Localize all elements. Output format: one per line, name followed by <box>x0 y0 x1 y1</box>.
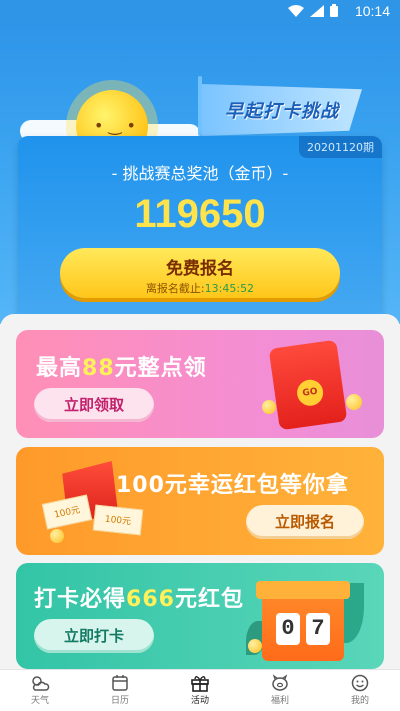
coin-icon <box>248 639 262 653</box>
flag-title: 早起打卡挑战 <box>225 101 339 122</box>
gift-box-icon: 0 7 <box>256 581 350 661</box>
cash-note-icon: 100元 <box>41 494 93 530</box>
free-signup-button[interactable]: 免费报名 离报名截止:13:45:52 <box>60 248 340 298</box>
tab-label: 我的 <box>350 696 369 706</box>
title-prefix: 打卡必得 <box>34 587 127 612</box>
pool-title: - 挑战赛总奖池（金币）- <box>111 164 289 183</box>
deadline-countdown: 13:45:52 <box>204 282 255 295</box>
wifi-icon <box>288 4 304 17</box>
calendar-icon <box>112 675 128 691</box>
tab-mine[interactable]: 我的 <box>320 670 400 711</box>
title-suffix: 元红包 <box>174 587 244 612</box>
checkin-now-button[interactable]: 立即打卡 <box>34 619 154 653</box>
tab-label: 日历 <box>110 696 129 706</box>
hourly-reward-card[interactable]: 最高88元整点领 立即领取 GO <box>16 330 384 438</box>
status-icons <box>288 4 338 17</box>
digit: 7 <box>306 613 330 645</box>
signup-button-label: 免费报名 <box>166 259 234 279</box>
digit: 0 <box>276 613 300 645</box>
pig-icon <box>272 674 288 691</box>
challenge-flag: 早起打卡挑战 <box>202 84 362 136</box>
title-highlight: 88 <box>82 356 115 381</box>
period-badge: 20201120期 <box>299 136 382 158</box>
tab-label: 天气 <box>30 696 49 706</box>
title-suffix: 元整点领 <box>114 356 207 381</box>
lucky-red-envelope-card[interactable]: 100元 100元 100元幸运红包等你拿 立即报名 <box>16 447 384 555</box>
battery-icon <box>330 4 338 17</box>
coin-icon <box>50 529 64 543</box>
smile-icon <box>351 674 369 692</box>
checkin-reward-card[interactable]: 打卡必得666元红包 立即打卡 0 7 <box>16 563 384 669</box>
card-title: 打卡必得666元红包 <box>34 581 244 613</box>
weather-icon <box>32 676 50 691</box>
cash-note-icon: 100元 <box>92 504 144 536</box>
tab-label: 活动 <box>190 696 209 706</box>
flagpole <box>198 76 202 136</box>
tab-calendar[interactable]: 日历 <box>80 670 160 711</box>
deadline-label: 离报名截止: <box>145 282 205 295</box>
signup-deadline: 离报名截止:13:45:52 <box>60 280 340 296</box>
claim-now-button[interactable]: 立即领取 <box>34 388 154 422</box>
coin-icon <box>262 400 276 414</box>
signup-now-button[interactable]: 立即报名 <box>246 505 364 539</box>
tab-welfare[interactable]: 福利 <box>240 670 320 711</box>
pool-amount: 119650 <box>134 192 266 236</box>
gift-icon <box>191 676 209 692</box>
bottom-tab-bar: 天气 日历 活动 福利 我的 <box>0 669 400 711</box>
tab-weather[interactable]: 天气 <box>0 670 80 711</box>
status-bar: 10:14 <box>0 0 400 24</box>
signal-icon <box>310 4 324 17</box>
countdown-digits: 0 7 <box>276 613 330 645</box>
red-envelope-icon: GO <box>268 339 348 431</box>
card-title: 最高88元整点领 <box>36 350 207 382</box>
title-prefix: 最高 <box>36 356 83 381</box>
gift-lid <box>256 581 350 599</box>
tab-activity[interactable]: 活动 <box>160 670 240 711</box>
status-time: 10:14 <box>354 3 390 19</box>
card-title: 100元幸运红包等你拿 <box>116 473 349 498</box>
go-badge: GO <box>295 378 325 408</box>
tab-label: 福利 <box>270 696 289 706</box>
prize-pool-card: 20201120期 - 挑战赛总奖池（金币）- 119650 免费报名 离报名截… <box>18 136 382 326</box>
title-highlight: 666 <box>126 587 175 612</box>
coin-icon <box>346 394 362 410</box>
